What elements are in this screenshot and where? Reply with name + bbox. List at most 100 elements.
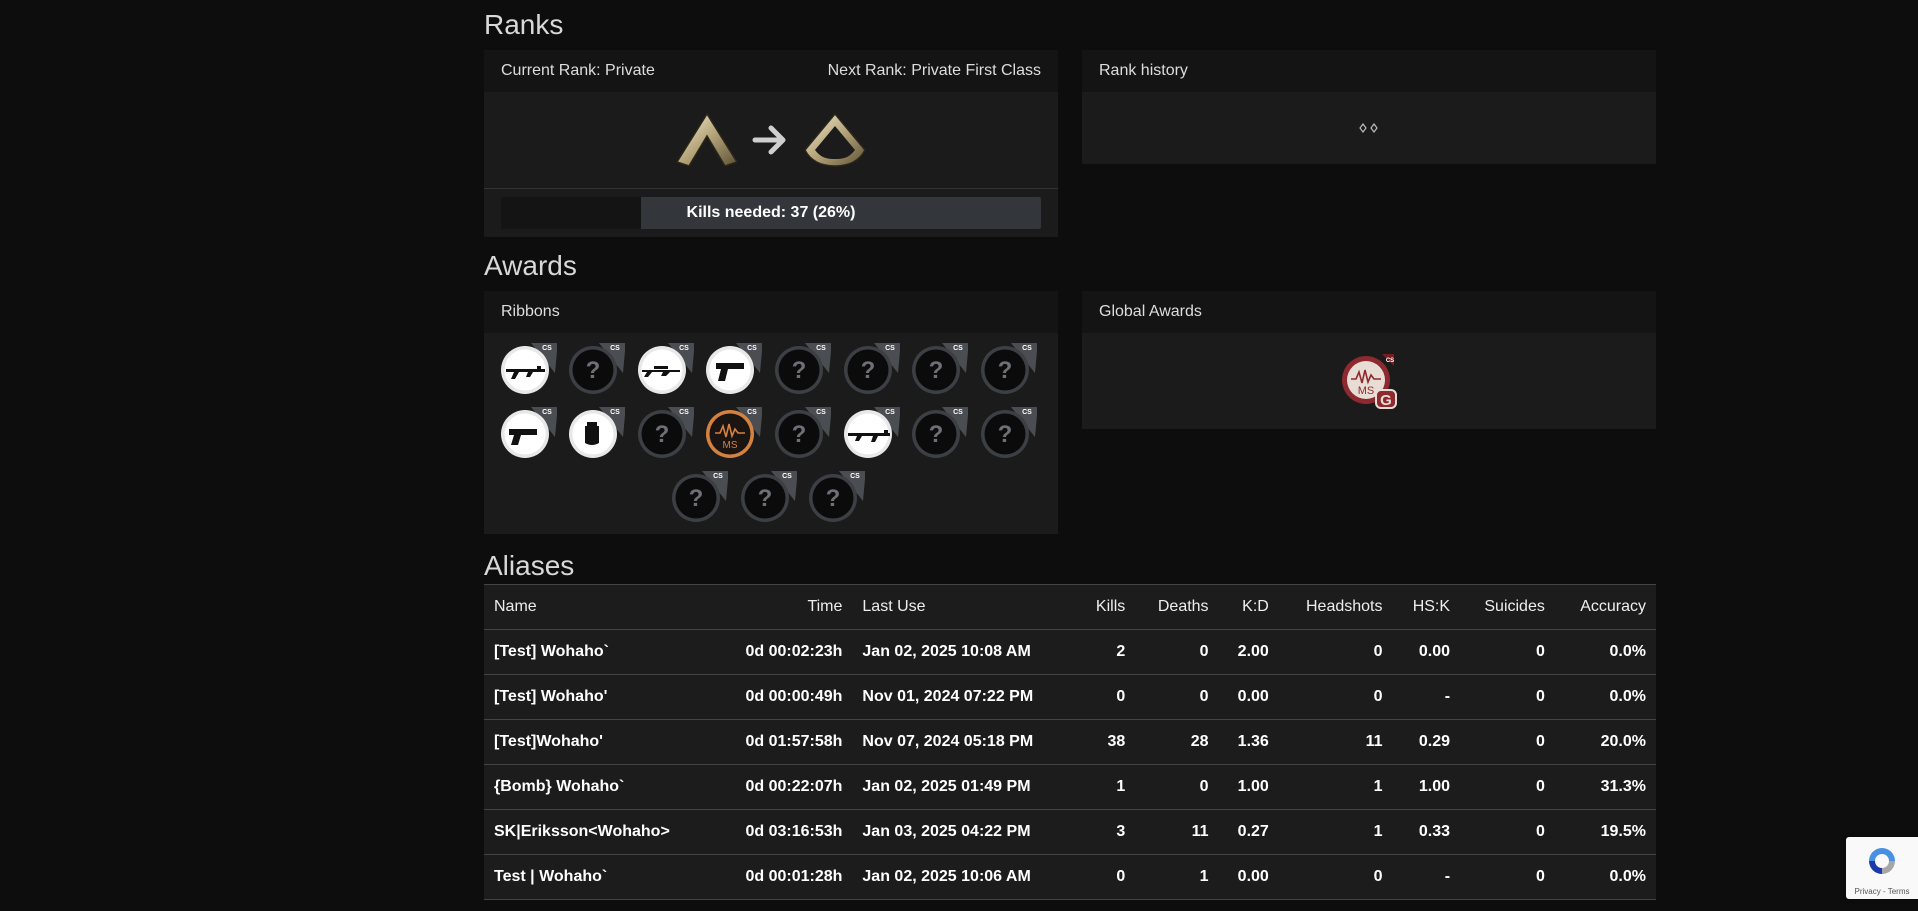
cs-tag: CS xyxy=(542,345,552,352)
table-cell: 0 xyxy=(1278,629,1393,675)
kills-needed-text: Kills needed: 37 (26%) xyxy=(686,204,856,221)
aliases-table-body: [Test] Wohaho` 0d 00:02:23h Jan 02, 2025 1… xyxy=(484,629,1656,900)
global-medic-text: MS xyxy=(1358,385,1375,397)
table-row[interactable]: {Bomb} Wohaho` 0d 00:22:07h Jan 02, 2025 0… xyxy=(484,764,1656,810)
ribbon-award[interactable]: CS? xyxy=(737,469,806,524)
column-header[interactable]: Suicides xyxy=(1460,584,1555,630)
next-rank-label: Next Rank: Private First Class xyxy=(827,62,1041,79)
unknown-glyph: ? xyxy=(689,485,704,512)
ribbon-award[interactable]: CS? xyxy=(977,405,1046,460)
unknown-glyph: ? xyxy=(792,357,807,384)
column-header[interactable]: Last Use xyxy=(852,584,1078,630)
ribbon-award[interactable]: CS? xyxy=(565,341,634,396)
table-cell: 0.0% xyxy=(1554,674,1656,720)
table-row[interactable]: [Test]Wohaho' 0d 01:57:58h Nov 07, 2024 05… xyxy=(484,719,1656,765)
medic-text: MS xyxy=(723,440,738,451)
column-header[interactable]: Kills xyxy=(1077,584,1136,630)
table-cell: 0d 00:02:23h xyxy=(714,629,853,675)
unknown-glyph: ? xyxy=(929,421,944,448)
sniper-rifle-icon: CS xyxy=(637,343,694,394)
aliases-header-row: Name Time Last Use Kills Deaths K:D Headshots H… xyxy=(484,584,1656,630)
table-cell[interactable]: {Bomb} Wohaho` xyxy=(484,764,715,810)
unknown-award-icon: CS? xyxy=(843,343,900,394)
ribbon-award[interactable]: CS MS xyxy=(702,405,771,460)
rank-history-title: Rank history xyxy=(1099,62,1188,79)
table-cell: 1 xyxy=(1135,854,1219,900)
kills-progress-bar: Kills needed: 37 (26%) xyxy=(501,197,1041,229)
ribbon-award[interactable]: CS xyxy=(702,341,771,396)
unknown-award-icon: CS? xyxy=(672,471,729,522)
recaptcha-terms[interactable]: Privacy - Terms xyxy=(1846,887,1918,896)
arrow-right-icon xyxy=(752,125,786,155)
column-header[interactable]: K:D xyxy=(1218,584,1279,630)
table-cell[interactable]: [Test] Wohaho` xyxy=(484,629,715,675)
unknown-glyph: ? xyxy=(654,421,669,448)
cs-tag: CS xyxy=(748,345,758,352)
table-row[interactable]: [Test] Wohaho' 0d 00:00:49h Nov 01, 2024 0… xyxy=(484,674,1656,720)
table-row[interactable]: SK|Eriksson<Wohaho> 0d 03:16:53h Jan 03, 2… xyxy=(484,809,1656,855)
table-cell: 1.36 xyxy=(1218,719,1279,765)
ribbon-award[interactable]: CS? xyxy=(805,469,874,524)
ribbon-award[interactable]: CS? xyxy=(840,341,909,396)
rank-progress-area: Kills needed: 37 (26%) xyxy=(484,189,1058,237)
ribbon-award[interactable]: CS xyxy=(497,341,566,396)
ribbon-award[interactable]: CS? xyxy=(908,341,977,396)
deagle-icon: CS xyxy=(706,343,763,394)
ribbon-award[interactable]: CS? xyxy=(771,405,840,460)
table-cell[interactable]: [Test]Wohaho' xyxy=(484,719,715,765)
cs-tag: CS xyxy=(1022,345,1032,352)
column-header[interactable]: Accuracy xyxy=(1554,584,1656,630)
ribbon-award[interactable]: CS xyxy=(565,405,634,460)
cs-tag: CS xyxy=(782,473,792,480)
column-header[interactable]: Time xyxy=(714,584,853,630)
column-header[interactable]: Deaths xyxy=(1135,584,1219,630)
rank-history-body xyxy=(1082,92,1656,164)
table-cell[interactable]: Test | Wohaho` xyxy=(484,854,715,900)
unknown-award-icon: CS? xyxy=(637,407,694,458)
ribbon-award[interactable]: CS? xyxy=(977,341,1046,396)
global-awards-header: Global Awards xyxy=(1082,291,1656,333)
ribbon-award[interactable]: CS? xyxy=(908,405,977,460)
table-row[interactable]: Test | Wohaho` 0d 00:01:28h Jan 02, 2025 1… xyxy=(484,854,1656,900)
table-cell: 2 xyxy=(1077,629,1136,675)
table-cell: 0d 00:00:49h xyxy=(714,674,853,720)
global-awards-column: Global Awards MS CS G xyxy=(1082,291,1656,534)
table-cell: 0.27 xyxy=(1218,809,1279,855)
awards-heading: Awards xyxy=(484,250,577,281)
table-cell: 1 xyxy=(1278,809,1393,855)
table-row[interactable]: [Test] Wohaho` 0d 00:02:23h Jan 02, 2025 1… xyxy=(484,629,1656,675)
table-cell: 0 xyxy=(1278,854,1393,900)
recaptcha-icon xyxy=(1869,848,1895,874)
table-cell: Jan 02, 2025 10:08 AM xyxy=(852,629,1078,675)
ribbon-award[interactable]: CS xyxy=(840,405,909,460)
global-medic-award-icon[interactable]: MS CS G xyxy=(1336,352,1402,410)
cs-tag: CS xyxy=(610,409,620,416)
ribbons-panel: Ribbons CS CS? CS CS CS? CS? CS? CS? CS CS CS? CS MS… xyxy=(484,291,1058,534)
table-cell[interactable]: SK|Eriksson<Wohaho> xyxy=(484,809,715,855)
table-cell: 0.00 xyxy=(1218,674,1279,720)
ribbon-award[interactable]: CS xyxy=(634,341,703,396)
ribbon-award[interactable]: CS? xyxy=(668,469,737,524)
cs-tag: CS xyxy=(713,473,723,480)
rank-history-column: Rank history xyxy=(1082,50,1656,237)
table-cell: 11 xyxy=(1278,719,1393,765)
cs-tag: CS xyxy=(885,409,895,416)
table-cell: 0 xyxy=(1278,674,1393,720)
global-awards-title: Global Awards xyxy=(1099,303,1202,320)
column-header[interactable]: Headshots xyxy=(1278,584,1393,630)
column-header[interactable]: Name xyxy=(484,584,715,630)
unknown-glyph: ? xyxy=(586,357,601,384)
medic-ms-icon: CS MS xyxy=(706,407,763,458)
cs-tag: CS xyxy=(816,345,826,352)
recaptcha-badge[interactable]: Privacy - Terms xyxy=(1846,837,1918,899)
unknown-glyph: ? xyxy=(792,421,807,448)
table-cell[interactable]: [Test] Wohaho' xyxy=(484,674,715,720)
ribbon-award[interactable]: CS? xyxy=(771,341,840,396)
ribbon-award[interactable]: CS xyxy=(497,405,566,460)
column-header[interactable]: HS:K xyxy=(1392,584,1461,630)
aliases-heading: Aliases xyxy=(484,550,575,581)
ribbon-award[interactable]: CS? xyxy=(634,405,703,460)
ranks-section: Current Rank: Private Next Rank: Private… xyxy=(484,50,1656,237)
unknown-award-icon: CS? xyxy=(980,343,1037,394)
table-cell: Jan 02, 2025 01:49 PM xyxy=(852,764,1078,810)
